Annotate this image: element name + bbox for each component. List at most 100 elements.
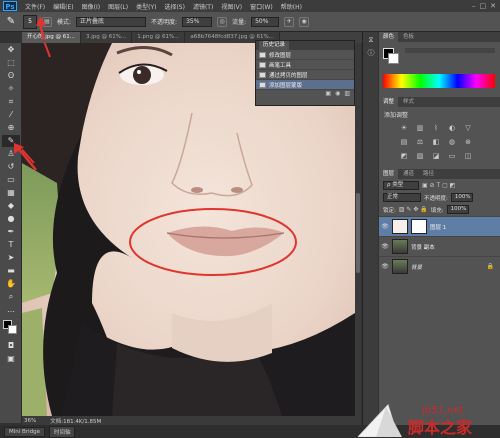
vibrance-icon[interactable]: ▽ [463,124,473,133]
history-brush-tool-icon[interactable]: ↺ [2,161,20,173]
posterize-icon[interactable]: ▨ [415,152,425,161]
path-select-tool-icon[interactable]: ➤ [2,252,20,264]
tab-channels[interactable]: 通道 [399,169,418,179]
shape-tool-icon[interactable]: ▬ [2,265,20,277]
color-slider[interactable] [405,48,495,53]
marquee-tool-icon[interactable]: ⬚ [2,57,20,69]
brush-size-picker[interactable]: 5 [23,14,37,29]
maximize-icon[interactable]: □ [480,2,487,10]
snapshot-icon[interactable]: ◉ [335,90,340,98]
document-info[interactable]: 文档:181.4K/1.85M [50,417,101,425]
zoom-level[interactable]: 36% [24,418,36,424]
levels-icon[interactable]: ▥ [415,124,425,133]
layer-filter-select[interactable]: ρ 类型 [383,181,419,190]
screen-mode-icon[interactable]: ▣ [2,353,20,365]
quick-select-tool-icon[interactable]: ✧ [2,83,20,95]
tab-doc-3[interactable]: 1.png @ 61%... [132,32,186,43]
history-item[interactable]: 修改图层 [256,50,354,60]
info-panel-icon[interactable]: ⓘ [365,48,377,58]
menu-image[interactable]: 图像(I) [78,2,104,11]
history-tab[interactable]: 历史记录 [259,41,290,50]
layer-row[interactable]: 👁 背景 副本 [379,236,500,256]
scrollbar-thumb[interactable] [356,193,360,273]
tab-doc-1[interactable]: 开心的.jpg @ 61... [22,32,81,43]
brush-tool-selected-icon[interactable]: ✎ [2,135,20,147]
more-tools-icon[interactable]: … [2,304,20,316]
close-icon[interactable]: ✕ [490,2,496,10]
eraser-tool-icon[interactable]: ▭ [2,174,20,186]
color-spectrum[interactable] [383,74,495,88]
quick-mask-icon[interactable]: ◘ [2,340,20,352]
blur-tool-icon[interactable]: ◆ [2,200,20,212]
eye-icon[interactable]: 👁 [381,223,389,230]
menu-help[interactable]: 帮助(H) [277,2,306,11]
eye-icon[interactable]: 👁 [381,263,389,270]
tab-adjustments[interactable]: 调整 [379,97,399,107]
hue-sat-icon[interactable]: ▤ [399,138,409,147]
layer-row[interactable]: 👁 背景 🔒 [379,256,500,276]
trash-icon[interactable]: ▥ [344,90,350,98]
pen-tool-icon[interactable]: ✒ [2,226,20,238]
menu-view[interactable]: 视图(V) [217,2,246,11]
history-item[interactable]: 画笔工具 [256,60,354,70]
blend-mode-select[interactable]: 正常 [383,193,421,202]
tab-layers[interactable]: 图层 [379,169,399,179]
type-tool-icon[interactable]: T [2,239,20,251]
layer-row-selected[interactable]: 👁 图层 1 [379,216,500,236]
eyedropper-tool-icon[interactable]: ⁄ [2,109,20,121]
curves-icon[interactable]: ⌇ [431,124,441,133]
gradient-map-icon[interactable]: ▭ [447,152,457,161]
color-balance-icon[interactable]: ⚖ [415,138,425,147]
hand-tool-icon[interactable]: ✋ [2,278,20,290]
clone-stamp-tool-icon[interactable]: ♙ [2,148,20,160]
menu-edit[interactable]: 编辑(E) [49,2,77,11]
lock-icons[interactable]: ▨ ✎ ✥ 🔒 [399,206,428,213]
new-document-icon[interactable]: ▣ [325,90,331,98]
mini-bridge-tab[interactable]: Mini Bridge [4,426,45,437]
brightness-icon[interactable]: ☀ [399,124,409,133]
fill-input[interactable]: 100% [446,205,469,214]
brush-panel-icon[interactable]: ▤ [42,16,52,27]
threshold-icon[interactable]: ◪ [431,152,441,161]
history-item-selected[interactable]: 添加图层蒙版 [256,80,354,90]
history-panel-icon[interactable]: ⧖ [365,35,377,45]
timeline-tab[interactable]: 时间轴 [48,425,76,438]
tab-swatches[interactable]: 色板 [399,32,418,42]
layer-opacity-input[interactable]: 100% [450,193,473,202]
photo-filter-icon[interactable]: ◍ [447,138,457,147]
menu-select[interactable]: 选择(S) [160,2,189,11]
history-item[interactable]: 通过拷贝的图层 [256,70,354,80]
menu-filter[interactable]: 滤镜(T) [189,2,217,11]
channel-mixer-icon[interactable]: ⊛ [463,138,473,147]
canvas-vertical-scrollbar[interactable] [355,43,361,416]
tab-doc-2[interactable]: 3.jpg @ 61%... [81,32,133,43]
exposure-icon[interactable]: ◐ [447,124,457,133]
gradient-tool-icon[interactable]: ▦ [2,187,20,199]
eye-icon[interactable]: 👁 [381,243,389,250]
flow-input[interactable]: 50% [251,16,280,27]
pressure-opacity-icon[interactable]: ◎ [217,16,228,27]
menu-window[interactable]: 窗口(W) [246,2,277,11]
tab-styles[interactable]: 样式 [399,97,418,107]
brush-tool-icon[interactable]: ✎ [4,15,18,29]
dodge-tool-icon[interactable]: ● [2,213,20,225]
minimize-icon[interactable]: – [472,2,476,10]
background-color[interactable] [388,53,399,64]
move-tool-icon[interactable]: ✥ [2,44,20,56]
menu-file[interactable]: 文件(F) [21,2,49,11]
lasso-tool-icon[interactable]: ʘ [2,70,20,82]
crop-tool-icon[interactable]: ⌗ [2,96,20,108]
airbrush-icon[interactable]: ✈ [284,16,295,27]
invert-icon[interactable]: ◩ [399,152,409,161]
mode-select[interactable]: 正片叠底 [76,16,147,27]
selective-color-icon[interactable]: ◫ [463,152,473,161]
color-swatches[interactable] [2,320,20,336]
black-white-icon[interactable]: ◧ [431,138,441,147]
tab-color[interactable]: 颜色 [379,32,399,42]
filter-icons[interactable]: ▣ ⊘ T ▢ ◩ [422,182,455,189]
opacity-input[interactable]: 35% [182,16,213,27]
layer-mask-thumbnail[interactable] [411,219,427,234]
tab-paths[interactable]: 路径 [419,169,438,179]
background-color-swatch[interactable] [8,325,17,334]
healing-tool-icon[interactable]: ⊕ [2,122,20,134]
